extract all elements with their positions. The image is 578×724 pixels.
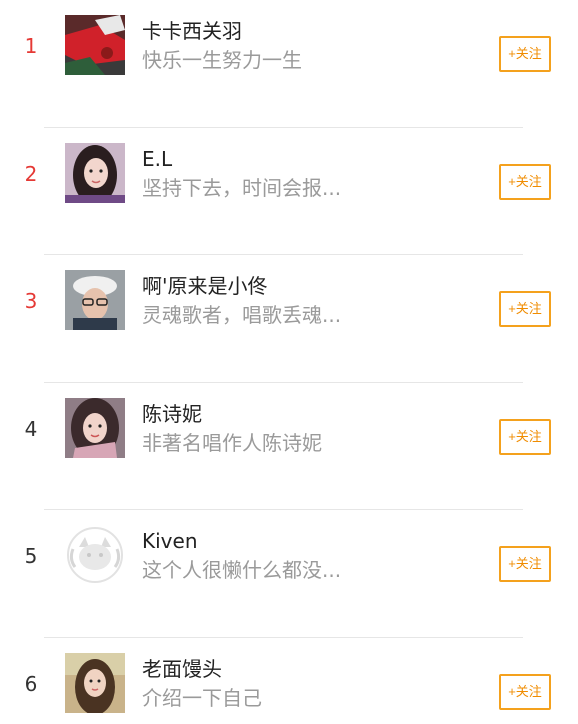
avatar[interactable] [65, 397, 125, 458]
user-description: 介绍一下自己 [142, 685, 262, 710]
list-item[interactable]: 5 Kiven 这个人很懒什么都没... +关注 [0, 510, 578, 638]
avatar[interactable] [65, 652, 125, 713]
follow-button[interactable]: +关注 [499, 418, 551, 455]
list-item[interactable]: 1 卡卡西关羽 快乐一生努力一生 +关注 [0, 0, 578, 128]
list-item[interactable]: 4 陈诗妮 非著名唱作人陈诗妮 +关注 [0, 383, 578, 511]
follow-button[interactable]: +关注 [499, 36, 551, 72]
follow-button[interactable]: +关注 [499, 546, 551, 582]
user-name[interactable]: E.L [142, 145, 172, 173]
follow-button[interactable]: +关注 [499, 291, 551, 327]
rank-number: 1 [24, 34, 38, 58]
user-description: 灵魂歌者，唱歌丢魂... [142, 303, 342, 327]
photo-man-cap-icon [65, 270, 125, 330]
avatar[interactable] [65, 142, 125, 203]
user-description: 这个人很懒什么都没... [142, 558, 342, 582]
user-name[interactable]: 啊'原来是小佟 [142, 272, 268, 300]
photo-red-icon [65, 15, 125, 75]
rank-number: 2 [24, 161, 38, 186]
user-name[interactable]: 陈诗妮 [142, 400, 202, 428]
rank-number: 3 [24, 289, 38, 313]
avatar[interactable] [65, 15, 125, 75]
default-avatar-icon [65, 525, 125, 585]
rank-number: 5 [24, 544, 38, 568]
photo-woman-icon [65, 142, 125, 203]
list-item[interactable]: 2 E.L 坚持下去，时间会报... +关注 [0, 128, 578, 256]
follow-button[interactable]: +关注 [499, 163, 551, 200]
user-description: 非著名唱作人陈诗妮 [142, 430, 322, 455]
user-description: 快乐一生努力一生 [142, 48, 302, 72]
rank-number: 4 [24, 416, 38, 441]
photo-woman-icon [65, 652, 125, 713]
rank-number: 6 [24, 671, 38, 696]
list-item[interactable]: 6 老面馒头 介绍一下自己 +关注 [0, 638, 578, 724]
avatar[interactable] [65, 525, 125, 585]
list-item[interactable]: 3 啊'原来是小佟 灵魂歌者，唱歌丢魂... +关注 [0, 255, 578, 383]
photo-woman-icon [65, 397, 125, 458]
user-name[interactable]: Kiven [142, 527, 198, 555]
user-ranking-list: 1 卡卡西关羽 快乐一生努力一生 +关注 2 E.L 坚持下去，时间会报... … [0, 0, 578, 724]
user-name[interactable]: 老面馒头 [142, 655, 222, 683]
avatar[interactable] [65, 270, 125, 330]
follow-button[interactable]: +关注 [499, 673, 551, 710]
user-description: 坚持下去，时间会报... [142, 175, 342, 200]
user-name[interactable]: 卡卡西关羽 [142, 17, 242, 45]
